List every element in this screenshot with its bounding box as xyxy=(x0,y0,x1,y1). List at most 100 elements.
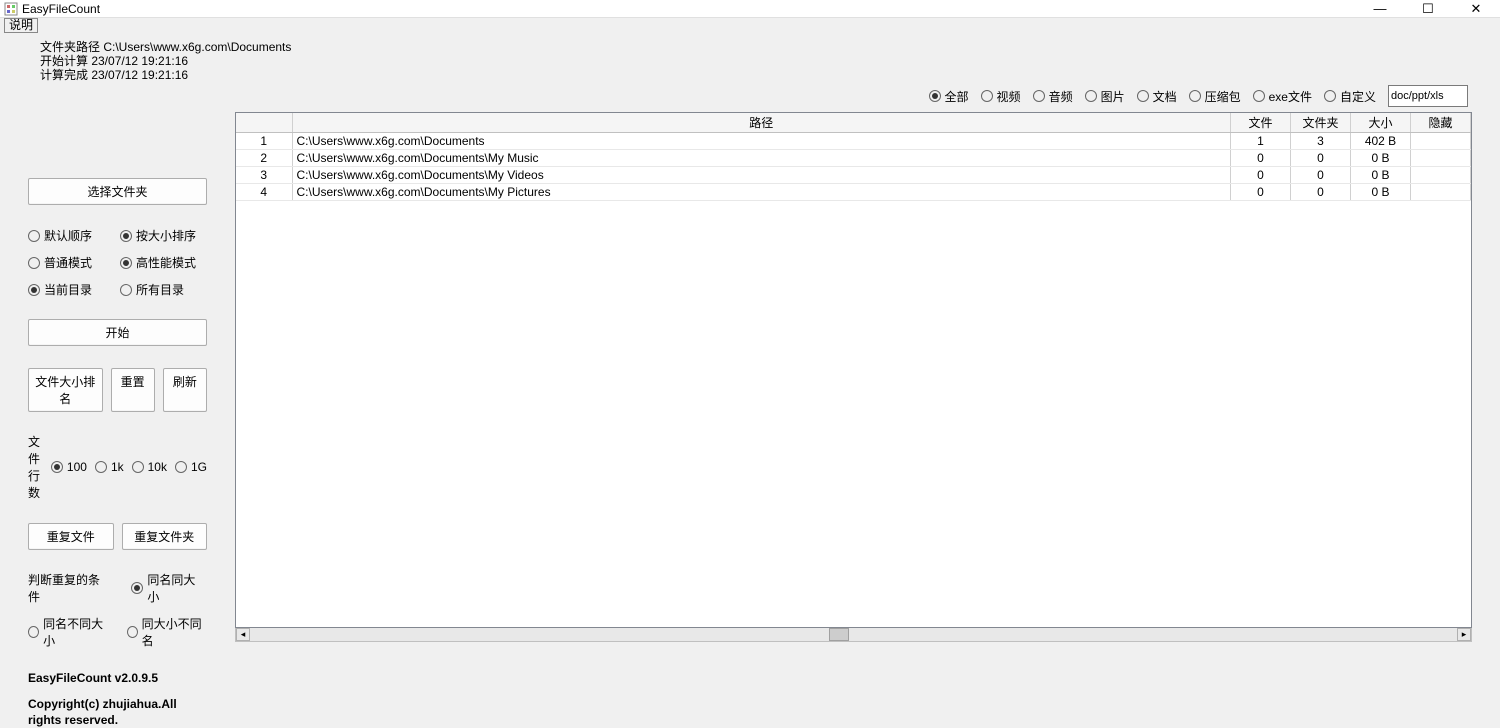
col-path[interactable]: 路径 xyxy=(292,113,1231,133)
cell-hidden xyxy=(1411,167,1471,184)
scroll-right-icon[interactable]: ▸ xyxy=(1457,628,1471,641)
filter-image-label: 图片 xyxy=(1101,88,1125,105)
radio-sort-default[interactable]: 默认顺序 xyxy=(28,227,92,244)
menu-help[interactable]: 说明 xyxy=(4,18,38,33)
scroll-track[interactable] xyxy=(250,628,1457,641)
radio-rows-100-label: 100 xyxy=(67,460,87,474)
cell-folders: 3 xyxy=(1291,133,1351,150)
filter-archive-label: 压缩包 xyxy=(1205,88,1241,105)
radio-rows-10k[interactable]: 10k xyxy=(132,460,167,474)
table-wrap: 路径 文件 文件夹 大小 隐藏 1C:\Users\www.x6g.com\Do… xyxy=(235,112,1472,628)
col-idx[interactable] xyxy=(236,113,292,133)
info-start-time: 开始计算 23/07/12 19:21:16 xyxy=(40,54,1460,68)
radio-sort-size[interactable]: 按大小排序 xyxy=(120,227,196,244)
scroll-thumb[interactable] xyxy=(829,628,849,641)
cell-folders: 0 xyxy=(1291,184,1351,201)
radio-rows-100[interactable]: 100 xyxy=(51,460,87,474)
rows-label: 文件行数 xyxy=(28,433,43,501)
cell-folders: 0 xyxy=(1291,150,1351,167)
col-files[interactable]: 文件 xyxy=(1231,113,1291,133)
radio-mode-high[interactable]: 高性能模式 xyxy=(120,254,196,271)
dup-file-button[interactable]: 重复文件 xyxy=(28,523,114,550)
radio-sort-default-label: 默认顺序 xyxy=(44,227,92,244)
cell-size: 0 B xyxy=(1351,184,1411,201)
cell-folders: 0 xyxy=(1291,167,1351,184)
radio-rows-1g[interactable]: 1G xyxy=(175,460,207,474)
radio-dir-current-label: 当前目录 xyxy=(44,281,92,298)
radio-mode-normal[interactable]: 普通模式 xyxy=(28,254,92,271)
info-block: 文件夹路径 C:\Users\www.x6g.com\Documents 开始计… xyxy=(0,34,1500,88)
filter-exe-label: exe文件 xyxy=(1269,88,1312,105)
filter-image[interactable]: 图片 xyxy=(1085,88,1125,105)
filter-custom-label: 自定义 xyxy=(1340,88,1376,105)
filter-doc[interactable]: 文档 xyxy=(1137,88,1177,105)
table-row[interactable]: 3C:\Users\www.x6g.com\Documents\My Video… xyxy=(236,167,1471,184)
filter-custom[interactable]: 自定义 xyxy=(1324,88,1376,105)
horizontal-scrollbar[interactable]: ◂ ▸ xyxy=(235,628,1472,642)
radio-rows-1g-label: 1G xyxy=(191,460,207,474)
reset-button[interactable]: 重置 xyxy=(111,368,155,412)
cell-size: 402 B xyxy=(1351,133,1411,150)
sidebar: 选择文件夹 默认顺序 按大小排序 普通模式 高性能模式 当前目录 所有目录 xyxy=(0,88,235,728)
cell-path: C:\Users\www.x6g.com\Documents\My Pictur… xyxy=(292,184,1231,201)
start-button[interactable]: 开始 xyxy=(28,319,207,346)
window-title: EasyFileCount xyxy=(22,2,100,16)
radio-rows-1k[interactable]: 1k xyxy=(95,460,124,474)
filter-bar: 全部 视频 音频 图片 文档 压缩包 exe文件 自定义 xyxy=(235,84,1472,112)
copyright-text: Copyright(c) zhujiahua.All rights reserv… xyxy=(28,696,207,728)
dup-cond-label: 判断重复的条件 xyxy=(28,571,111,605)
menubar: 说明 xyxy=(0,18,1500,34)
cell-size: 0 B xyxy=(1351,150,1411,167)
dup-folder-button[interactable]: 重复文件夹 xyxy=(122,523,208,550)
col-folders[interactable]: 文件夹 xyxy=(1291,113,1351,133)
table-header-row: 路径 文件 文件夹 大小 隐藏 xyxy=(236,113,1471,133)
table-row[interactable]: 4C:\Users\www.x6g.com\Documents\My Pictu… xyxy=(236,184,1471,201)
radio-dup-same-name-size-label: 同名同大小 xyxy=(147,571,207,605)
radio-dir-all[interactable]: 所有目录 xyxy=(120,281,184,298)
minimize-button[interactable]: — xyxy=(1368,1,1392,17)
radio-dup-same-size-diff-name-label: 同大小不同名 xyxy=(142,615,207,649)
results-table: 路径 文件 文件夹 大小 隐藏 1C:\Users\www.x6g.com\Do… xyxy=(236,113,1471,201)
titlebar: EasyFileCount — ☐ ✕ xyxy=(0,0,1500,18)
filter-audio[interactable]: 音频 xyxy=(1033,88,1073,105)
info-folder-path: 文件夹路径 C:\Users\www.x6g.com\Documents xyxy=(40,40,1460,54)
col-hidden[interactable]: 隐藏 xyxy=(1411,113,1471,133)
cell-files: 0 xyxy=(1231,184,1291,201)
filter-audio-label: 音频 xyxy=(1049,88,1073,105)
file-size-sort-button[interactable]: 文件大小排名 xyxy=(28,368,103,412)
scroll-left-icon[interactable]: ◂ xyxy=(236,628,250,641)
version-text: EasyFileCount v2.0.9.5 xyxy=(28,670,207,686)
radio-mode-normal-label: 普通模式 xyxy=(44,254,92,271)
filter-exe[interactable]: exe文件 xyxy=(1253,88,1312,105)
cell-idx: 1 xyxy=(236,133,292,150)
col-size[interactable]: 大小 xyxy=(1351,113,1411,133)
maximize-button[interactable]: ☐ xyxy=(1416,1,1440,17)
table-row[interactable]: 2C:\Users\www.x6g.com\Documents\My Music… xyxy=(236,150,1471,167)
filter-custom-input[interactable] xyxy=(1388,85,1468,107)
cell-idx: 4 xyxy=(236,184,292,201)
radio-dup-same-size-diff-name[interactable]: 同大小不同名 xyxy=(127,615,208,649)
radio-dup-same-name-size[interactable]: 同名同大小 xyxy=(131,571,207,605)
cell-hidden xyxy=(1411,184,1471,201)
radio-dup-same-name-diff-size[interactable]: 同名不同大小 xyxy=(28,615,109,649)
select-folder-button[interactable]: 选择文件夹 xyxy=(28,178,207,205)
cell-idx: 2 xyxy=(236,150,292,167)
cell-idx: 3 xyxy=(236,167,292,184)
radio-rows-10k-label: 10k xyxy=(148,460,167,474)
filter-archive[interactable]: 压缩包 xyxy=(1189,88,1241,105)
refresh-button[interactable]: 刷新 xyxy=(163,368,207,412)
info-end-time: 计算完成 23/07/12 19:21:16 xyxy=(40,68,1460,82)
radio-dir-current[interactable]: 当前目录 xyxy=(28,281,92,298)
table-row[interactable]: 1C:\Users\www.x6g.com\Documents13402 B xyxy=(236,133,1471,150)
filter-video[interactable]: 视频 xyxy=(981,88,1021,105)
cell-path: C:\Users\www.x6g.com\Documents xyxy=(292,133,1231,150)
close-button[interactable]: ✕ xyxy=(1464,1,1488,17)
radio-dup-same-name-diff-size-label: 同名不同大小 xyxy=(43,615,108,649)
filter-video-label: 视频 xyxy=(997,88,1021,105)
filter-all[interactable]: 全部 xyxy=(929,88,969,105)
filter-all-label: 全部 xyxy=(945,88,969,105)
cell-size: 0 B xyxy=(1351,167,1411,184)
cell-path: C:\Users\www.x6g.com\Documents\My Music xyxy=(292,150,1231,167)
cell-files: 0 xyxy=(1231,167,1291,184)
radio-rows-1k-label: 1k xyxy=(111,460,124,474)
